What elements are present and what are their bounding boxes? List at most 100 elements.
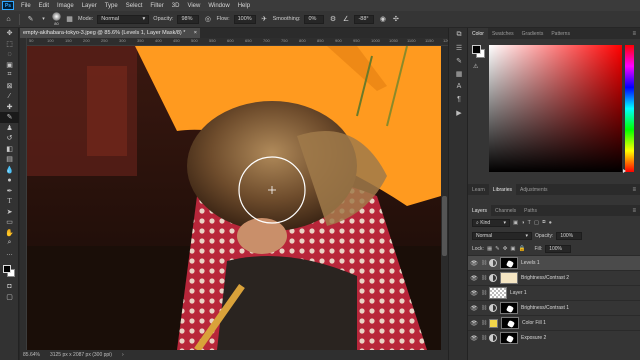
- layer-row[interactable]: 👁 ⛓ Brightness/Contrast 1: [468, 300, 640, 315]
- layer-name[interactable]: Brightness/Contrast 1: [521, 305, 569, 311]
- history-brush-tool-icon[interactable]: ↺: [0, 133, 19, 144]
- quick-mask-icon[interactable]: ◘: [0, 281, 19, 292]
- lock-artboard-icon[interactable]: ▣: [510, 246, 515, 252]
- type-tool-icon[interactable]: T: [0, 196, 19, 207]
- visibility-eye-icon[interactable]: 👁: [470, 320, 478, 327]
- layer-mask-thumbnail[interactable]: [500, 302, 518, 314]
- menu-item[interactable]: Window: [204, 3, 233, 9]
- foreground-color-swatch[interactable]: [472, 45, 481, 54]
- visibility-eye-icon[interactable]: 👁: [470, 260, 478, 267]
- fill-color-icon[interactable]: [489, 318, 498, 328]
- zoom-level[interactable]: 85.64%: [23, 352, 40, 358]
- panel-tab[interactable]: Swatches: [488, 28, 518, 39]
- blend-mode-select[interactable]: Normal ▾: [472, 231, 532, 240]
- adjustment-layer-icon[interactable]: [489, 304, 497, 312]
- angle-field[interactable]: -88°: [354, 14, 375, 24]
- panel-menu-icon[interactable]: ≡: [632, 208, 640, 214]
- color-panel-swatches[interactable]: [472, 45, 486, 59]
- menu-item[interactable]: File: [17, 3, 35, 9]
- panel-tab[interactable]: Paths: [520, 205, 541, 216]
- layer-row[interactable]: 👁 ⛓ Brightness/Contrast 2: [468, 270, 640, 285]
- lock-transparency-icon[interactable]: ▦: [487, 246, 492, 252]
- pen-tool-icon[interactable]: ✒: [0, 186, 19, 197]
- menu-item[interactable]: Edit: [35, 3, 53, 9]
- lock-pixels-icon[interactable]: ✎: [495, 246, 500, 252]
- filter-type-icon[interactable]: T: [528, 220, 531, 226]
- hue-slider-marker[interactable]: [623, 169, 626, 173]
- properties-icon[interactable]: ☰: [449, 41, 469, 54]
- panel-menu-icon[interactable]: ≡: [632, 31, 640, 37]
- foreground-color-swatch[interactable]: [3, 265, 11, 273]
- menu-item[interactable]: View: [183, 3, 204, 9]
- layer-row[interactable]: 👁 ⛓ Exposure 2: [468, 330, 640, 345]
- filter-shape-icon[interactable]: ▢: [534, 220, 539, 226]
- pressure-size-icon[interactable]: ◉: [378, 15, 387, 24]
- menu-item[interactable]: Image: [53, 3, 78, 9]
- frame-tool-icon[interactable]: ⊠: [0, 81, 19, 92]
- lock-all-icon[interactable]: 🔒: [519, 246, 526, 252]
- gamut-warning-icon[interactable]: ⚠: [473, 63, 478, 70]
- chevron-down-icon[interactable]: ▾: [39, 15, 48, 24]
- screen-mode-icon[interactable]: ▢: [0, 292, 19, 303]
- panel-tab[interactable]: Libraries: [488, 184, 516, 195]
- hand-tool-icon[interactable]: ✋: [0, 228, 19, 239]
- panel-tab[interactable]: Channels: [491, 205, 520, 216]
- lock-position-icon[interactable]: ✥: [503, 246, 508, 252]
- layer-mask-thumbnail[interactable]: [500, 257, 518, 269]
- opacity-field[interactable]: 98%: [177, 14, 200, 24]
- menu-item[interactable]: Select: [122, 3, 147, 9]
- layer-row[interactable]: 👁 ⛓ Levels 1: [468, 255, 640, 270]
- layer-thumbnail[interactable]: [489, 287, 507, 299]
- hue-slider[interactable]: [625, 45, 634, 172]
- panel-menu-icon[interactable]: ≡: [632, 187, 640, 193]
- layer-mask-thumbnail[interactable]: [501, 317, 519, 329]
- filter-toggle-icon[interactable]: ●: [549, 220, 552, 226]
- panel-tab[interactable]: Adjustments: [516, 184, 552, 195]
- layer-row[interactable]: 👁 ⛓ Color Fill 1: [468, 315, 640, 330]
- layer-name[interactable]: Color Fill 1: [522, 320, 546, 326]
- symmetry-icon[interactable]: ✣: [391, 15, 400, 24]
- visibility-eye-icon[interactable]: 👁: [470, 290, 478, 297]
- panel-tab[interactable]: Color: [468, 28, 488, 39]
- pressure-opacity-icon[interactable]: ◎: [203, 15, 212, 24]
- rectangle-tool-icon[interactable]: ▭: [0, 217, 19, 228]
- brush-settings-icon[interactable]: ✎: [449, 54, 469, 67]
- panel-tab[interactable]: Gradients: [518, 28, 548, 39]
- adjustment-layer-icon[interactable]: [489, 334, 497, 342]
- layer-name[interactable]: Exposure 2: [521, 335, 546, 341]
- eyedropper-tool-icon[interactable]: ⁄: [0, 91, 19, 102]
- layer-name[interactable]: Brightness/Contrast 2: [521, 275, 569, 281]
- brush-tool-icon[interactable]: ✎: [0, 112, 19, 123]
- color-swatches[interactable]: [0, 263, 18, 281]
- paragraph-icon[interactable]: ¶: [449, 93, 469, 106]
- brush-preset-picker[interactable]: 80: [52, 12, 61, 26]
- move-tool-icon[interactable]: ✥: [0, 28, 19, 39]
- menu-item[interactable]: Type: [101, 3, 122, 9]
- layer-name[interactable]: Levels 1: [521, 260, 540, 266]
- filter-adjustment-icon[interactable]: ◑: [521, 220, 524, 226]
- document-canvas[interactable]: [27, 46, 441, 350]
- airbrush-icon[interactable]: ✈: [260, 15, 269, 24]
- brush-settings-icon[interactable]: ▦: [65, 15, 74, 24]
- layer-mask-thumbnail[interactable]: [500, 272, 518, 284]
- filter-smart-object-icon[interactable]: ⧈: [542, 219, 546, 226]
- mode-select[interactable]: Normal ▾: [97, 14, 150, 24]
- panel-tab[interactable]: Learn: [468, 184, 489, 195]
- eraser-tool-icon[interactable]: ◧: [0, 144, 19, 155]
- filter-pixel-icon[interactable]: ▣: [513, 220, 518, 226]
- history-icon[interactable]: ⧉: [449, 28, 469, 41]
- adjustment-layer-icon[interactable]: [489, 274, 497, 282]
- document-tab[interactable]: empty-akihabara-tokyo-3.jpeg @ 85.6% (Le…: [20, 28, 200, 38]
- brush-tool-icon[interactable]: ✎: [26, 15, 35, 24]
- blur-tool-icon[interactable]: 💧: [0, 165, 19, 176]
- panel-tab[interactable]: Patterns: [547, 28, 574, 39]
- layer-row[interactable]: 👁 ⛓ Layer 1: [468, 285, 640, 300]
- visibility-eye-icon[interactable]: 👁: [470, 335, 478, 342]
- visibility-eye-icon[interactable]: 👁: [470, 275, 478, 282]
- path-select-tool-icon[interactable]: ➤: [0, 207, 19, 218]
- more-tools-icon[interactable]: …: [0, 249, 19, 260]
- flow-field[interactable]: 100%: [233, 14, 256, 24]
- object-select-tool-icon[interactable]: ▣: [0, 60, 19, 71]
- layer-name[interactable]: Layer 1: [510, 290, 527, 296]
- lasso-tool-icon[interactable]: ◌: [0, 49, 19, 60]
